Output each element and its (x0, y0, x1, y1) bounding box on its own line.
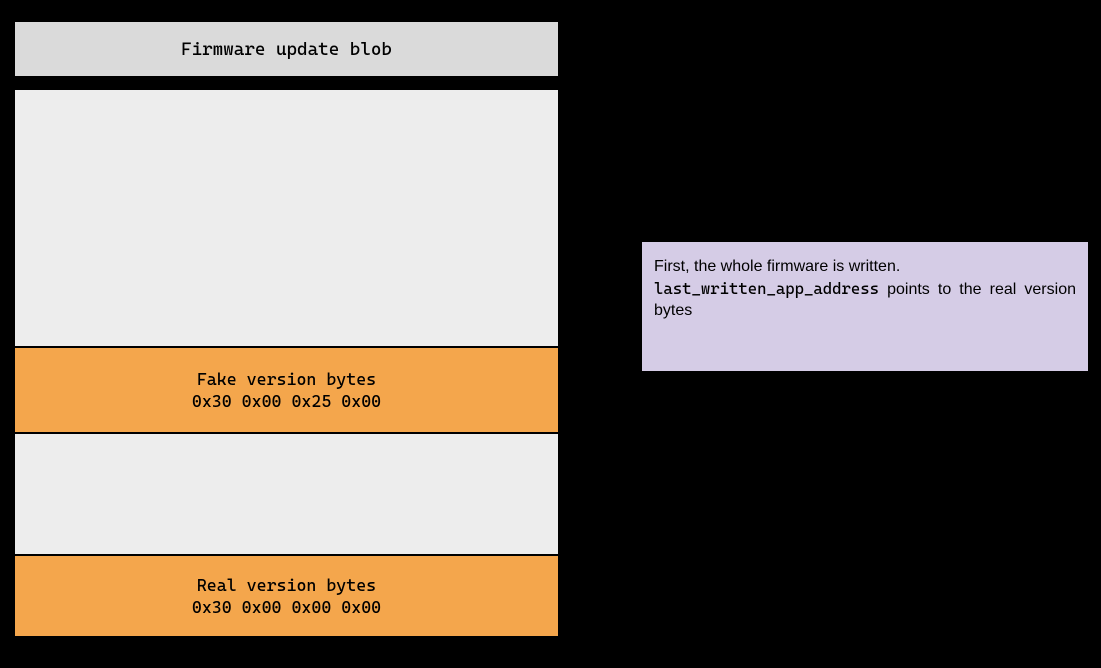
firmware-blob-diagram: Firmware update blob Fake version bytes … (14, 21, 559, 637)
note-line1: First, the whole firmware is written. (654, 256, 1076, 278)
note-code-var: last_written_app_address (654, 279, 879, 298)
note-line3: bytes (654, 302, 692, 319)
firmware-header: Firmware update blob (14, 21, 559, 77)
real-version-bytes: 0x30 0x00 0x00 0x00 (192, 596, 381, 618)
firmware-region-top (14, 89, 559, 347)
gap (14, 77, 559, 89)
explanation-note: First, the whole firmware is written. la… (641, 241, 1089, 372)
real-version-block: Real version bytes 0x30 0x00 0x00 0x00 (14, 555, 559, 637)
firmware-region-mid (14, 433, 559, 555)
fake-version-block: Fake version bytes 0x30 0x00 0x25 0x00 (14, 347, 559, 433)
fake-version-label: Fake version bytes (197, 368, 376, 390)
real-version-label: Real version bytes (197, 574, 376, 596)
note-line2-rest: points to the real version (887, 281, 1076, 298)
firmware-header-title: Firmware update blob (181, 39, 392, 60)
fake-version-bytes: 0x30 0x00 0x25 0x00 (192, 390, 381, 412)
